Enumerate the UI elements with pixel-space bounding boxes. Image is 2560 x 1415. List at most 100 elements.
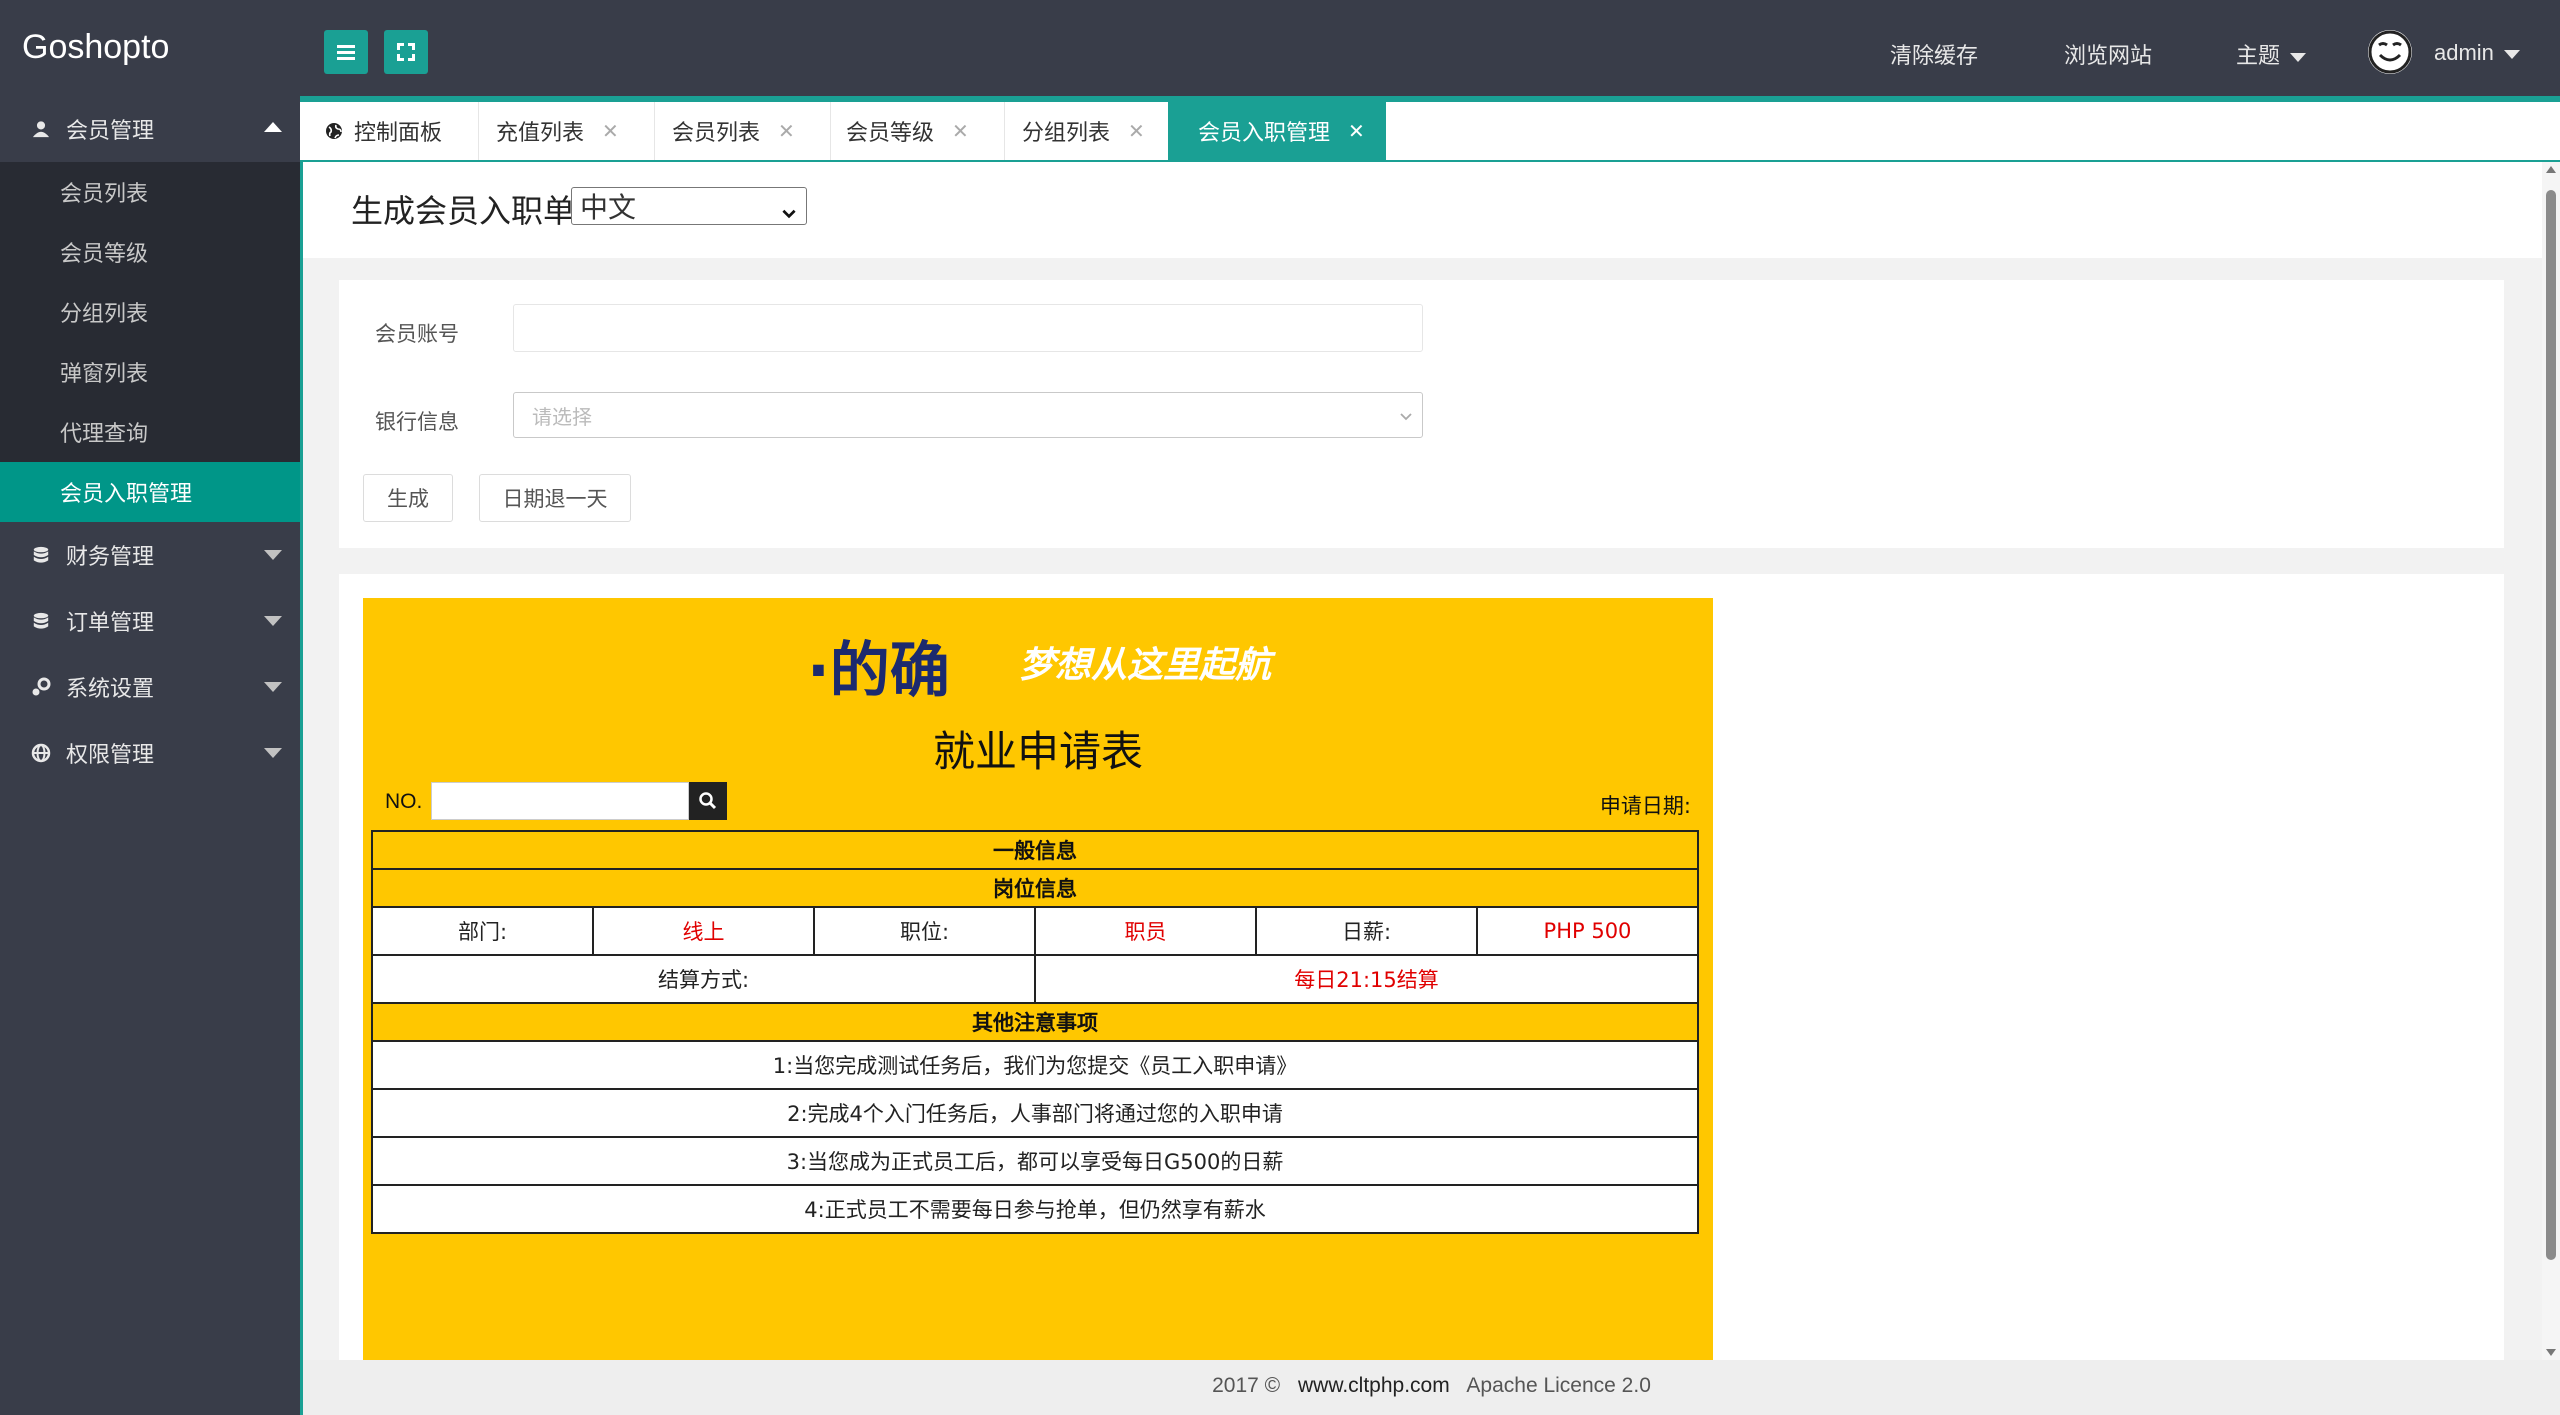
submenu-member: 会员列表 会员等级 分组列表 弹窗列表 代理查询 会员入职管理 [0,162,300,522]
app-logo[interactable]: Goshopto [22,28,169,67]
tab-label: 充值列表 [496,121,585,146]
date-back-button[interactable]: 日期退一天 [479,474,631,522]
no-input[interactable] [431,782,689,820]
dept-value: 线上 [592,906,815,956]
note-row: 4:正式员工不需要每日参与抢单，但仍然享有薪水 [371,1184,1699,1234]
user-icon [30,118,52,140]
search-icon [699,792,717,810]
tab-label: 会员入职管理 [1198,121,1331,146]
tab-group-list[interactable]: 分组列表 ✕ [1022,102,1182,160]
section-position: 岗位信息 [371,868,1699,908]
chevron-down-icon [264,550,282,560]
sidebar-group-permissions[interactable]: 权限管理 [0,720,300,786]
footer-link[interactable]: www.cltphp.com [1298,1374,1450,1397]
sidebar-item-agent-query[interactable]: 代理查询 [0,402,300,462]
tab-divider [654,102,655,160]
note-row: 1:当您完成测试任务后，我们为您提交《员工入职申请》 [371,1040,1699,1090]
sidebar-item-onboarding[interactable]: 会员入职管理 [0,462,300,522]
no-label: NO. [385,790,423,813]
tab-bar: 控制面板 充值列表 ✕ 会员列表 ✕ 会员等级 ✕ 分组列表 ✕ 会员入职管理 ✕ [300,96,2560,162]
scroll-up-icon[interactable] [2546,166,2556,173]
tab-member-list[interactable]: 会员列表 ✕ [672,102,832,160]
generate-button[interactable]: 生成 [363,474,453,522]
list-icon [337,45,355,60]
tab-recharge-list[interactable]: 充值列表 ✕ [496,102,656,160]
globe-icon [30,742,52,764]
sidebar-group-member[interactable]: 会员管理 [0,96,300,162]
form-table: 一般信息 岗位信息 部门: 线上 职位: 职员 日薪: PHP 500 结算方式… [371,830,1699,1234]
close-icon[interactable]: ✕ [602,119,619,143]
sidebar-item-popup-list[interactable]: 弹窗列表 [0,342,300,402]
chevron-down-icon [2290,52,2307,62]
tab-member-level[interactable]: 会员等级 ✕ [846,102,1006,160]
avatar[interactable] [2368,30,2412,74]
sidebar-item-member-list[interactable]: 会员列表 [0,162,300,222]
search-button[interactable] [689,782,727,820]
footer: 2017 © www.cltphp.com Apache Licence 2.0 [300,1360,2560,1415]
sidebar: 会员管理 会员列表 会员等级 分组列表 弹窗列表 代理查询 会员入职管理 财务管… [0,96,300,1415]
main-content: 生成会员入职单 中文 会员账号 银行信息 请选择 生成 日期退一天 ·的确 梦想… [300,162,2545,1360]
scroll-thumb[interactable] [2546,190,2556,1260]
scroll-down-icon[interactable] [2546,1349,2556,1356]
chevron-down-icon [264,616,282,626]
tab-label: 会员列表 [672,121,761,146]
sidebar-item-group-list[interactable]: 分组列表 [0,282,300,342]
smiley-avatar-icon [2368,30,2412,74]
database-icon [30,610,52,632]
chevron-down-icon [1398,405,1414,429]
user-menu[interactable]: admin [2434,40,2520,66]
sidebar-group-label: 订单管理 [66,611,155,636]
vertical-scrollbar[interactable] [2542,162,2560,1360]
expand-icon [397,43,415,61]
theme-menu[interactable]: 主题 [2236,38,2307,70]
browse-site-link[interactable]: 浏览网站 [2064,38,2152,70]
bank-placeholder: 请选择 [532,404,592,429]
section-general: 一般信息 [371,830,1699,870]
account-label: 会员账号 [375,322,459,346]
note-row: 2:完成4个入门任务后，人事部门将通过您的入职申请 [371,1088,1699,1138]
chevron-down-icon [780,196,798,229]
position-label: 职位: [813,906,1036,956]
tab-dashboard[interactable]: 控制面板 [324,102,474,160]
settlement-label: 结算方式: [371,954,1036,1004]
sidebar-item-member-level[interactable]: 会员等级 [0,222,300,282]
tab-label: 分组列表 [1022,121,1111,146]
close-icon[interactable]: ✕ [1348,119,1365,143]
language-select[interactable]: 中文 [571,187,807,225]
tab-divider [478,102,479,160]
tab-divider [830,102,831,160]
sidebar-group-label: 会员管理 [66,119,155,144]
sidebar-group-finance[interactable]: 财务管理 [0,522,300,588]
form-title: 就业申请表 [932,727,1143,776]
apply-date-label: 申请日期: [1599,794,1691,818]
tab-divider [1004,102,1005,160]
tab-onboarding[interactable]: 会员入职管理 ✕ [1168,102,1386,160]
tab-label: 会员等级 [846,121,935,146]
chevron-down-icon [2503,49,2520,59]
bank-select[interactable]: 请选择 [513,392,1423,438]
language-selected: 中文 [580,191,637,224]
close-icon[interactable]: ✕ [1128,119,1145,143]
database-icon [30,544,52,566]
chevron-up-icon [264,122,282,132]
employment-form: ·的确 梦想从这里起航 就业申请表 NO. 申请日期: 一般信息 岗位信息 部门… [363,598,1713,1360]
sidebar-group-label: 系统设置 [66,677,155,702]
close-icon[interactable]: ✕ [952,119,969,143]
salary-value: PHP 500 [1476,906,1699,956]
gears-icon [30,676,52,698]
sidebar-group-settings[interactable]: 系统设置 [0,654,300,720]
clear-cache-link[interactable]: 清除缓存 [1890,38,1978,70]
generate-form: 会员账号 银行信息 请选择 生成 日期退一天 [339,280,2504,548]
fullscreen-button[interactable] [384,30,428,74]
close-icon[interactable]: ✕ [778,119,795,143]
sidebar-group-orders[interactable]: 订单管理 [0,588,300,654]
document-preview: ·的确 梦想从这里起航 就业申请表 NO. 申请日期: 一般信息 岗位信息 部门… [339,574,2504,1360]
theme-label: 主题 [2236,44,2281,69]
account-input[interactable] [513,304,1423,352]
salary-label: 日薪: [1255,906,1478,956]
chevron-down-icon [264,682,282,692]
note-row: 3:当您成为正式员工后，都可以享受每日G500的日薪 [371,1136,1699,1186]
menu-toggle-button[interactable] [324,30,368,74]
username: admin [2434,40,2494,65]
globe-icon [324,121,344,141]
